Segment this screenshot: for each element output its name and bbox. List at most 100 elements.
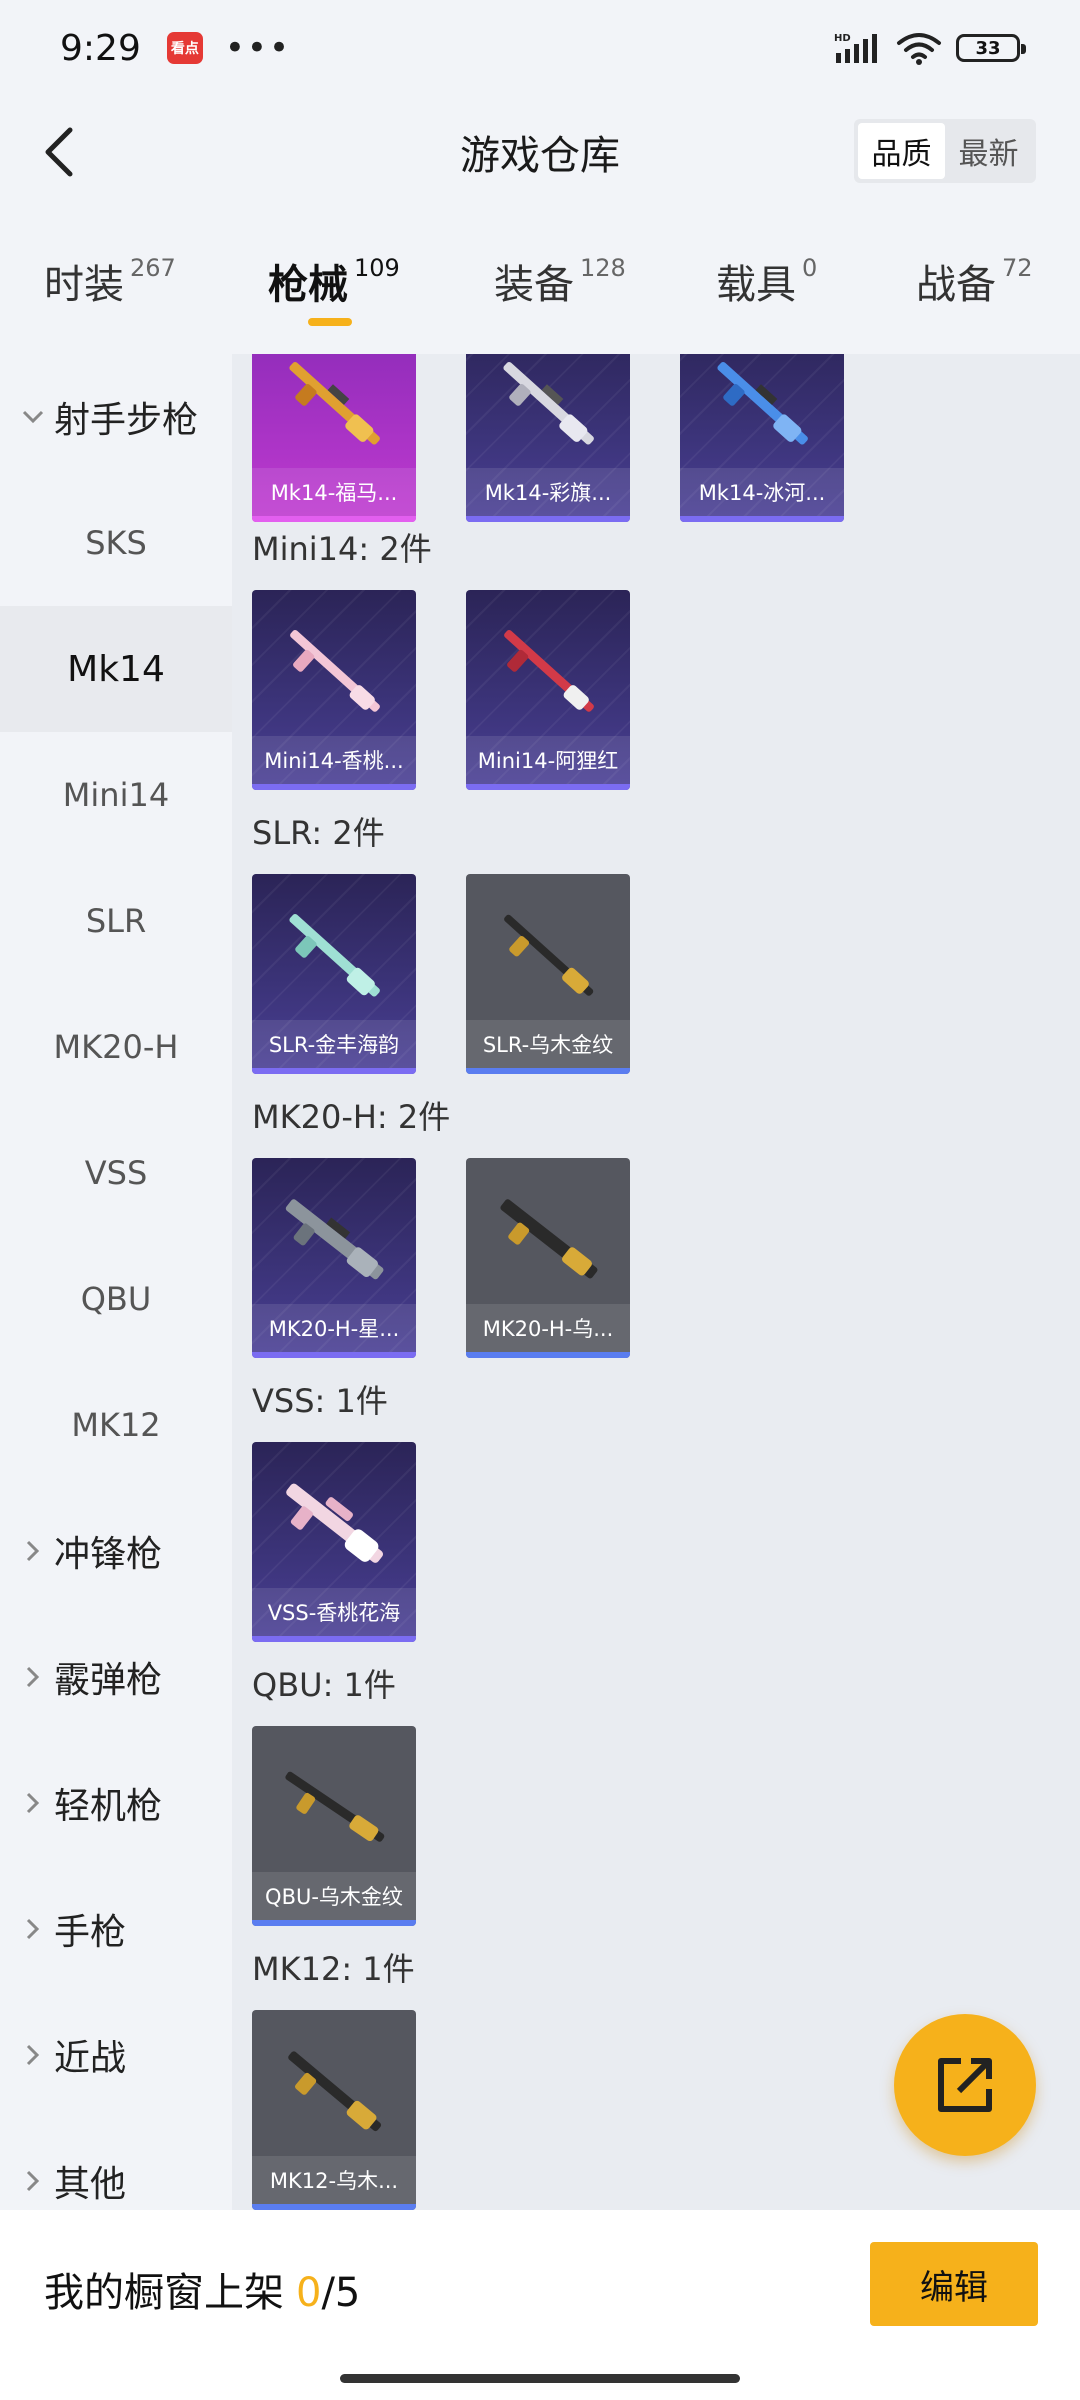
- nav-item-qbu[interactable]: QBU: [0, 1236, 232, 1362]
- nav-group-label: 近战: [54, 2038, 127, 2079]
- section-title-mk20h: MK20-H: 2件: [252, 1098, 451, 1136]
- showcase-total: /5: [321, 2270, 361, 2316]
- showcase-bar: 我的橱窗上架 0 /5 编辑: [0, 2210, 1080, 2400]
- weapon-card[interactable]: Mk14-冰河...: [680, 354, 844, 522]
- chevron-right-icon: [18, 2044, 48, 2066]
- weapon-card[interactable]: VSS-香桃花海: [252, 1442, 416, 1642]
- nav-item-mk12[interactable]: MK12: [0, 1362, 232, 1488]
- weapon-card[interactable]: Mini14-阿狸红: [466, 590, 630, 790]
- showcase-count: 0: [296, 2270, 322, 2316]
- sort-option-newest[interactable]: 最新: [945, 123, 1032, 179]
- nav-group-label: 冲锋枪: [54, 1534, 163, 1575]
- weapon-card[interactable]: MK12-乌木...: [252, 2010, 416, 2210]
- tab-label: 枪械: [268, 262, 348, 308]
- tab-count: 128: [580, 254, 626, 282]
- weapon-grid: Mk14-福马... Mk14-彩旗... Mk14-冰河... Mini14:…: [232, 354, 1080, 2210]
- nav-item-mk20h[interactable]: MK20-H: [0, 984, 232, 1110]
- section-title-mk12: MK12: 1件: [252, 1950, 415, 1988]
- weapon-card[interactable]: Mk14-彩旗...: [466, 354, 630, 522]
- rarity-bar: [252, 1920, 416, 1926]
- weapon-card-label: Mini14-阿狸红: [466, 736, 630, 784]
- nav-group-label: 霰弹枪: [54, 1660, 163, 1701]
- nav-group-melee[interactable]: 近战: [0, 1992, 232, 2118]
- edit-button[interactable]: 编辑: [870, 2242, 1038, 2326]
- weapon-card[interactable]: SLR-金丰海韵: [252, 874, 416, 1074]
- wifi-icon: [897, 33, 941, 65]
- weapon-card[interactable]: MK20-H-乌...: [466, 1158, 630, 1358]
- rifle-pink-white-icon: [286, 1483, 384, 1563]
- nav-group-lmg[interactable]: 轻机枪: [0, 1740, 232, 1866]
- nav-group-shotgun[interactable]: 霰弹枪: [0, 1614, 232, 1740]
- tab-count: 109: [354, 254, 400, 282]
- weapon-card-label: Mk14-福马...: [252, 468, 416, 516]
- share-button[interactable]: [894, 2014, 1036, 2156]
- nav-item-mk14[interactable]: Mk14: [0, 606, 232, 732]
- sort-option-quality[interactable]: 品质: [858, 123, 945, 179]
- showcase-status: 我的橱窗上架 0 /5: [44, 2260, 360, 2318]
- nav-item-vss[interactable]: VSS: [0, 1110, 232, 1236]
- section-title-slr: SLR: 2件: [252, 814, 385, 852]
- more-notifications-icon: •••: [224, 28, 292, 68]
- weapon-card[interactable]: Mini14-香桃...: [252, 590, 416, 790]
- chevron-right-icon: [18, 1540, 48, 1562]
- chevron-right-icon: [18, 1666, 48, 1688]
- nav-group-label: 轻机枪: [54, 1786, 163, 1827]
- svg-text:HD: HD: [834, 33, 851, 44]
- rifle-silver-icon: [503, 361, 594, 445]
- active-tab-indicator: [308, 318, 352, 326]
- weapon-card[interactable]: MK20-H-星...: [252, 1158, 416, 1358]
- nav-group-pistol[interactable]: 手枪: [0, 1866, 232, 1992]
- status-time: 9:29: [60, 27, 141, 69]
- nav-item-slr[interactable]: SLR: [0, 858, 232, 984]
- tab-firearms[interactable]: 枪械 109: [268, 252, 400, 326]
- nav-group-label: 其他: [54, 2164, 127, 2205]
- rifle-red-icon: [504, 629, 594, 712]
- rarity-bar: [252, 1068, 416, 1074]
- battery-icon: 33: [956, 34, 1026, 62]
- rifle-golden-icon: [289, 361, 380, 445]
- weapon-card[interactable]: SLR-乌木金纹: [466, 874, 630, 1074]
- weapon-card[interactable]: Mk14-福马...: [252, 354, 416, 522]
- nav-group-other[interactable]: 其他: [0, 2118, 232, 2210]
- weapon-card-label: QBU-乌木金纹: [252, 1872, 416, 1920]
- nav-group-smg[interactable]: 冲锋枪: [0, 1488, 232, 1614]
- rarity-bar: [252, 784, 416, 790]
- rifle-mint-icon: [289, 913, 380, 997]
- home-indicator[interactable]: [340, 2374, 740, 2383]
- weapon-card-label: Mini14-香桃...: [252, 736, 416, 784]
- header: 游戏仓库 品质 最新: [0, 96, 1080, 208]
- sort-toggle: 品质 最新: [854, 119, 1036, 183]
- chevron-right-icon: [18, 1918, 48, 1940]
- tab-equipment[interactable]: 装备 128: [494, 252, 626, 310]
- chevron-right-icon: [18, 1792, 48, 1814]
- tab-label: 装备: [494, 262, 574, 308]
- chevron-down-icon: [18, 410, 48, 424]
- weapon-card-label: SLR-金丰海韵: [252, 1020, 416, 1068]
- weapon-card-label: Mk14-冰河...: [680, 468, 844, 516]
- nav-item-sks[interactable]: SKS: [0, 480, 232, 606]
- rarity-bar: [252, 516, 416, 522]
- tab-label: 时装: [44, 262, 124, 308]
- back-arrow-icon: [45, 127, 73, 177]
- tab-supplies[interactable]: 战备 72: [916, 252, 1033, 310]
- weapon-card-label: Mk14-彩旗...: [466, 468, 630, 516]
- back-button[interactable]: [22, 116, 94, 188]
- share-icon: [938, 2058, 992, 2112]
- tab-count: 267: [130, 254, 176, 282]
- tab-label: 战备: [916, 262, 996, 308]
- page-title: 游戏仓库: [460, 133, 620, 179]
- nav-group-label: 射手步枪: [54, 400, 199, 441]
- weapon-card-label: SLR-乌木金纹: [466, 1020, 630, 1068]
- rifle-steel-icon: [285, 1199, 384, 1280]
- status-bar: 9:29 看点 ••• HD 33: [0, 0, 1080, 96]
- showcase-label: 我的橱窗上架: [44, 2270, 284, 2316]
- rarity-bar: [466, 1352, 630, 1358]
- tab-count: 72: [1002, 254, 1033, 282]
- tab-outfits[interactable]: 时装 267: [44, 252, 176, 310]
- weapon-card[interactable]: QBU-乌木金纹: [252, 1726, 416, 1926]
- nav-item-mini14[interactable]: Mini14: [0, 732, 232, 858]
- app-badge-icon: 看点: [166, 32, 203, 64]
- nav-group-label: 手枪: [54, 1912, 127, 1953]
- tab-vehicles[interactable]: 载具 0: [716, 252, 817, 310]
- nav-group-marksman-rifles[interactable]: 射手步枪: [0, 354, 232, 480]
